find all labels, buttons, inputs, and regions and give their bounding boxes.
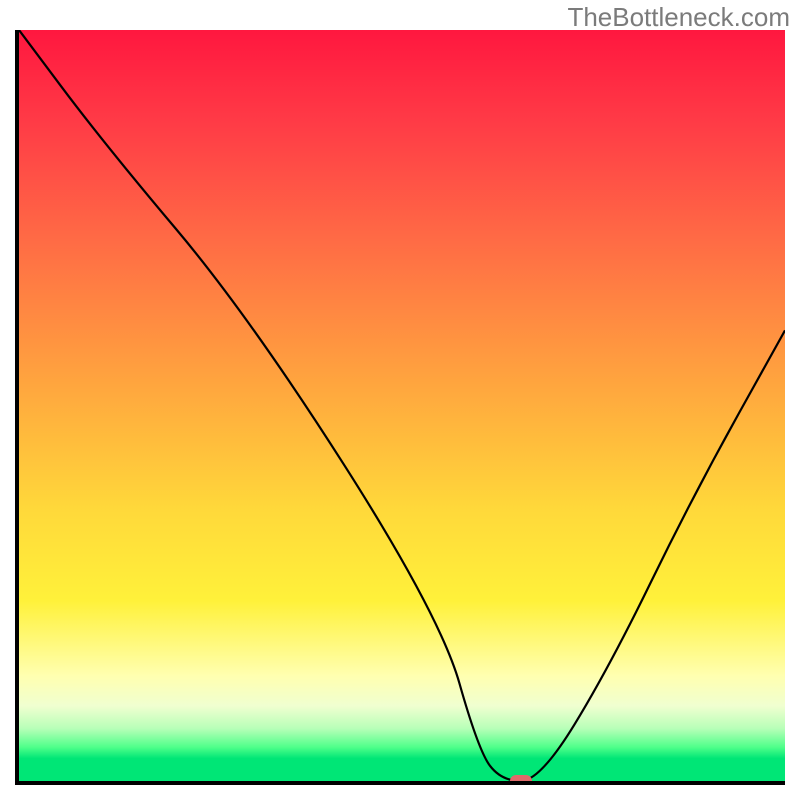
plot-area: [15, 30, 785, 785]
watermark-text: TheBottleneck.com: [567, 2, 790, 33]
curve-svg: [19, 30, 785, 781]
chart-container: TheBottleneck.com: [0, 0, 800, 800]
bottleneck-curve: [19, 30, 785, 781]
optimum-marker: [510, 775, 532, 785]
